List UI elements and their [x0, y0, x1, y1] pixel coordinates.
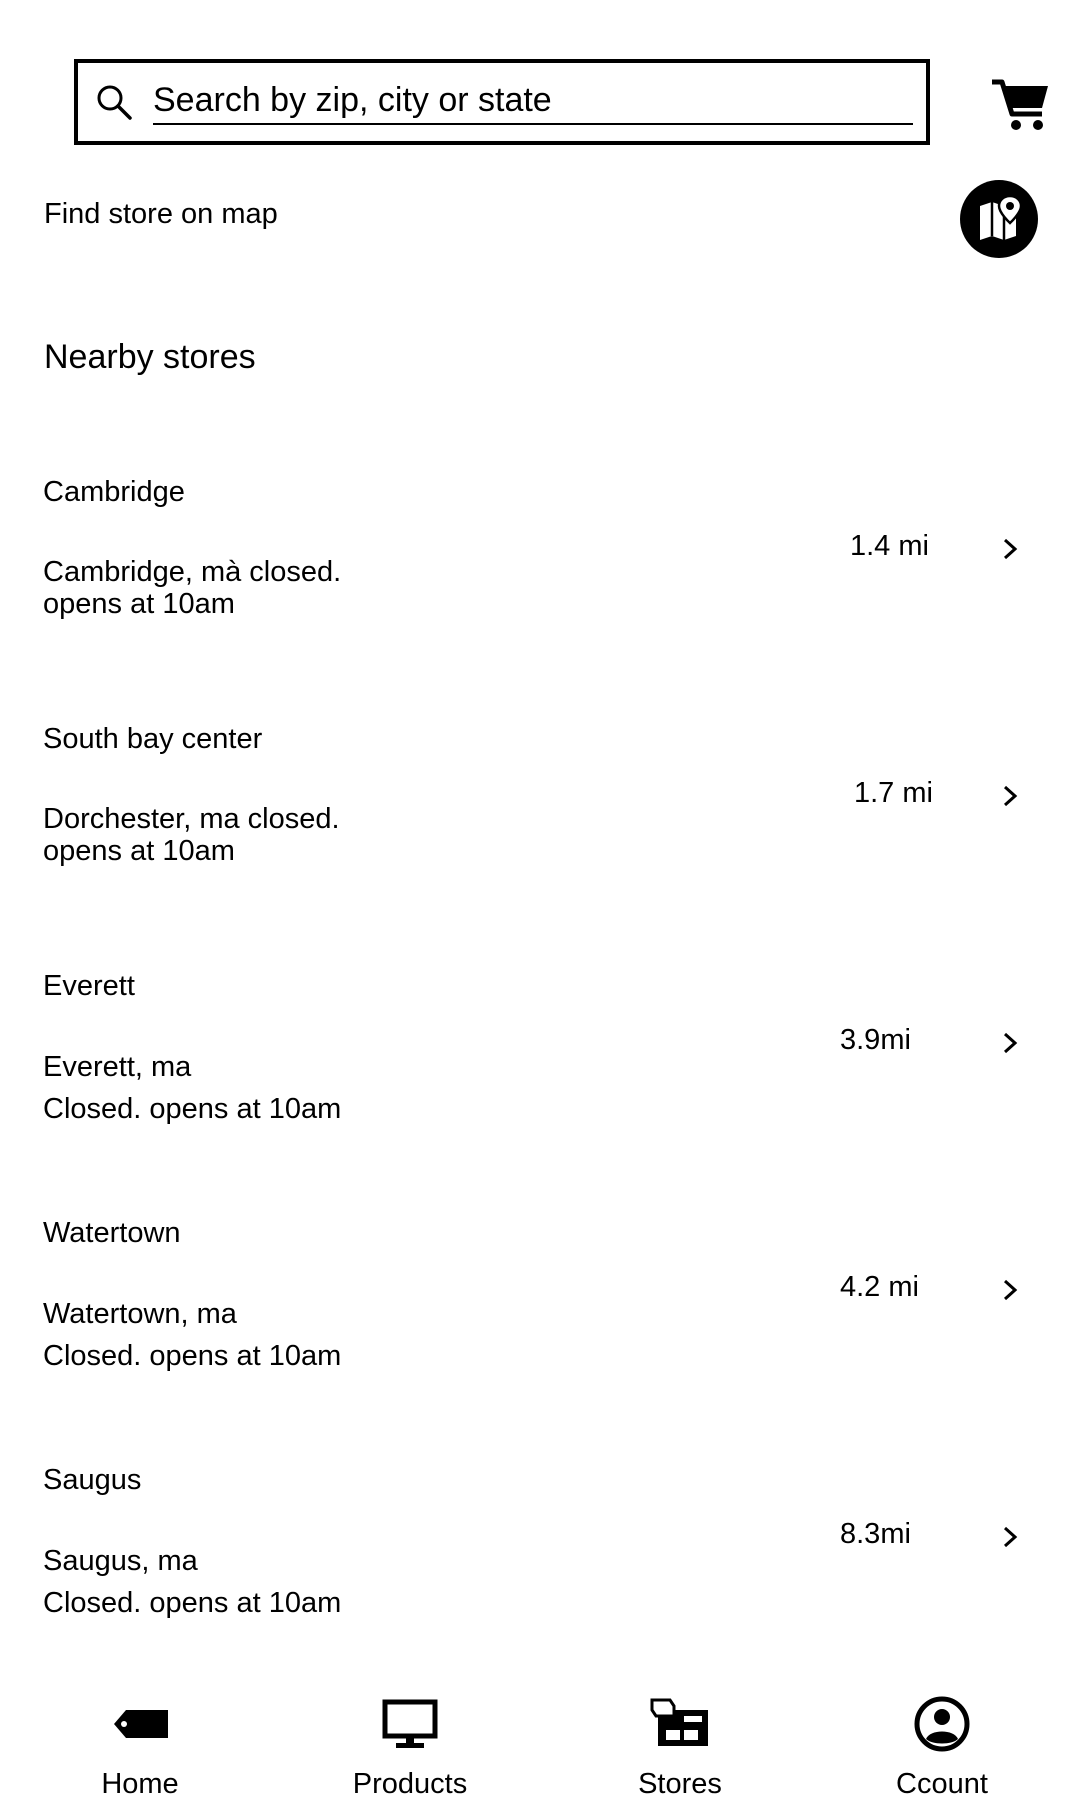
- search-bar[interactable]: [74, 59, 930, 145]
- cart-icon[interactable]: [990, 76, 1050, 132]
- search-input[interactable]: [153, 77, 913, 125]
- nav-item-account[interactable]: Ccount: [842, 1690, 1042, 1800]
- store-row[interactable]: Saugus Saugus, ma Closed. opens at 10am …: [0, 1464, 1080, 1674]
- nav-item-products[interactable]: Products: [310, 1690, 510, 1800]
- account-icon: [914, 1696, 970, 1752]
- store-row[interactable]: Cambridge Cambridge, mà closed. opens at…: [0, 476, 1080, 686]
- store-row[interactable]: Watertown Watertown, ma Closed. opens at…: [0, 1217, 1080, 1427]
- find-store-on-map-link[interactable]: Find store on map: [44, 198, 278, 231]
- store-address: Watertown, ma Closed. opens at 10am: [43, 1293, 341, 1377]
- store-address-line: Dorchester, ma closed.: [43, 803, 340, 835]
- store-name: Everett: [43, 970, 135, 1002]
- store-address: Everett, ma Closed. opens at 10am: [43, 1046, 341, 1130]
- store-name: South bay center: [43, 723, 263, 755]
- store-hours-line: Closed. opens at 10am: [43, 1587, 342, 1619]
- monitor-icon: [382, 1699, 438, 1748]
- store-address: Dorchester, ma closed. opens at 10am: [43, 803, 340, 867]
- store-hours-line: Closed. opens at 10am: [43, 1340, 342, 1372]
- store-row[interactable]: Everett Everett, ma Closed. opens at 10a…: [0, 970, 1080, 1180]
- tag-icon: [114, 1710, 168, 1738]
- store-address-line: Watertown, ma: [43, 1298, 237, 1330]
- nav-label: Stores: [638, 1768, 722, 1800]
- store-address-line: Saugus, ma: [43, 1545, 198, 1577]
- store-distance: 3.9mi: [840, 1024, 911, 1056]
- nav-label: Home: [101, 1768, 179, 1800]
- store-hours-line: opens at 10am: [43, 588, 235, 620]
- store-hours-line: Closed. opens at 10am: [43, 1093, 342, 1125]
- store-address: Saugus, ma Closed. opens at 10am: [43, 1540, 341, 1624]
- store-distance: 4.2 mi: [840, 1271, 919, 1303]
- store-address-line: Cambridge, mà closed.: [43, 556, 342, 588]
- store-row[interactable]: South bay center Dorchester, ma closed. …: [0, 723, 1080, 933]
- store-hours-line: opens at 10am: [43, 835, 235, 867]
- store-name: Watertown: [43, 1217, 181, 1249]
- chevron-right-icon[interactable]: [1000, 1275, 1020, 1305]
- nav-label: Ccount: [896, 1768, 988, 1800]
- chevron-right-icon[interactable]: [1000, 1522, 1020, 1552]
- store-distance: 1.4 mi: [850, 530, 929, 562]
- store-distance: 8.3mi: [840, 1518, 911, 1550]
- chevron-right-icon[interactable]: [1000, 534, 1020, 564]
- map-pin-icon: [980, 196, 1022, 240]
- nav-item-home[interactable]: Home: [40, 1690, 240, 1800]
- nav-label: Products: [352, 1768, 468, 1800]
- store-icon: [650, 1698, 708, 1746]
- chevron-right-icon[interactable]: [1000, 1028, 1020, 1058]
- chevron-right-icon[interactable]: [1000, 781, 1020, 811]
- nearby-stores-title: Nearby stores: [44, 338, 256, 376]
- search-icon: [97, 85, 132, 120]
- store-address-line: Everett, ma: [43, 1051, 192, 1083]
- bottom-nav: Home Products Stores Ccount: [0, 1690, 1080, 1800]
- store-name: Cambridge: [43, 476, 185, 508]
- store-name: Saugus: [43, 1464, 142, 1496]
- store-address: Cambridge, mà closed. opens at 10am: [43, 556, 341, 620]
- nav-item-stores[interactable]: Stores: [580, 1690, 780, 1800]
- map-button[interactable]: [960, 180, 1038, 258]
- store-distance: 1.7 mi: [854, 777, 933, 809]
